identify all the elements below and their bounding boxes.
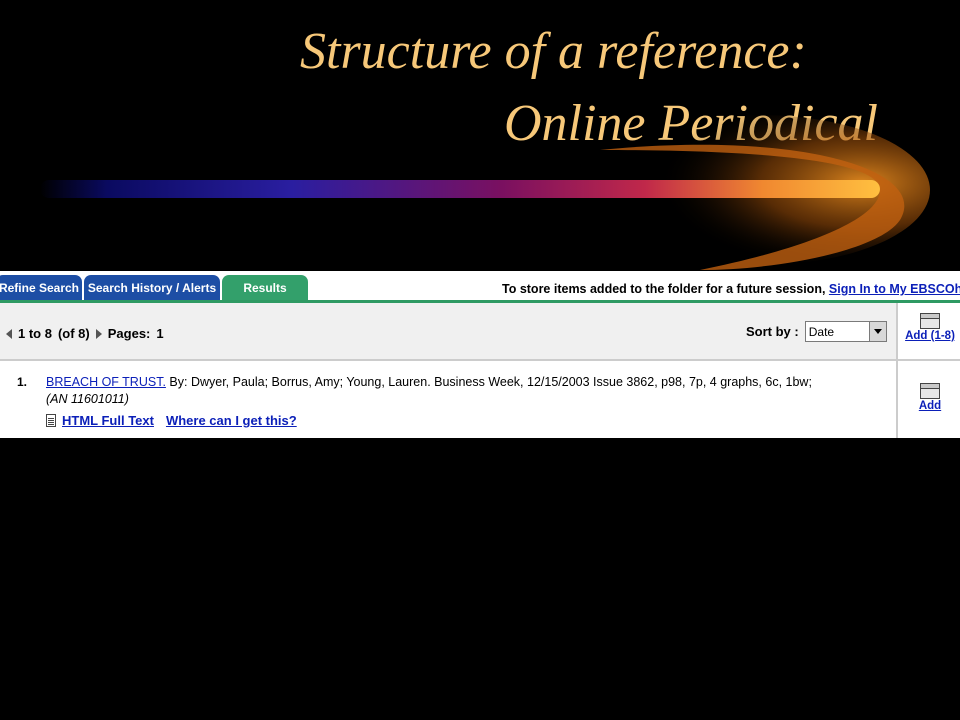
- sign-in-link[interactable]: Sign In to My EBSCOhost: [829, 282, 960, 296]
- html-full-text-link[interactable]: HTML Full Text: [62, 413, 154, 428]
- where-can-i-get-this-link[interactable]: Where can I get this?: [166, 413, 297, 428]
- tab-refine-search[interactable]: Refine Search: [0, 275, 82, 300]
- dropdown-arrow-icon[interactable]: [868, 322, 886, 341]
- result-range: 1 to 8: [18, 326, 52, 341]
- swoosh-bar: [40, 180, 880, 198]
- divider: [898, 359, 960, 361]
- result-title-link[interactable]: BREACH OF TRUST.: [46, 375, 166, 389]
- add-label: Add: [918, 400, 942, 412]
- store-notice: To store items added to the folder for a…: [502, 282, 960, 296]
- arrow-right-icon[interactable]: [95, 328, 102, 339]
- tab-results[interactable]: Results: [222, 275, 308, 300]
- result-citation: BREACH OF TRUST. By: Dwyer, Paula; Borru…: [46, 374, 886, 408]
- folder-column: Add (1-8) Add: [896, 303, 960, 438]
- folder-icon: [920, 313, 940, 329]
- sort-selected-value: Date: [808, 324, 835, 339]
- add-all-label: Add (1-8): [905, 330, 955, 342]
- folder-icon: [920, 383, 940, 399]
- ebsco-results-panel: Refine Search Search History / Alerts Re…: [0, 271, 960, 438]
- slide-title-line1: Structure of a reference:: [300, 23, 807, 80]
- sort-select[interactable]: Date: [804, 321, 887, 342]
- decorative-swoosh: [40, 115, 930, 270]
- result-links: HTML Full Text Where can I get this?: [46, 413, 297, 428]
- arrow-left-icon[interactable]: [6, 328, 12, 339]
- tab-bar: Refine Search Search History / Alerts Re…: [0, 271, 960, 303]
- result-number: 1.: [17, 375, 28, 389]
- result-total: (of 8): [57, 326, 90, 341]
- sort-label: Sort by :: [746, 324, 799, 339]
- pages-label: Pages:: [107, 326, 151, 341]
- add-to-folder-button[interactable]: Add: [898, 383, 960, 412]
- store-notice-text: To store items added to the folder for a…: [502, 282, 826, 296]
- sort-control: Sort by : Date: [746, 321, 887, 342]
- result-item: 1. BREACH OF TRUST. By: Dwyer, Paula; Bo…: [0, 361, 896, 438]
- document-icon: [46, 414, 56, 427]
- add-all-to-folder-button[interactable]: Add (1-8): [898, 313, 960, 342]
- accession-number: (AN 11601011): [46, 392, 129, 406]
- result-citation-text: By: Dwyer, Paula; Borrus, Amy; Young, La…: [169, 375, 812, 389]
- pagination: 1 to 8 (of 8) Pages: 1: [6, 326, 164, 341]
- tab-search-history[interactable]: Search History / Alerts: [84, 275, 220, 300]
- results-navigation: 1 to 8 (of 8) Pages: 1 Sort by : Date: [0, 303, 896, 361]
- page-number[interactable]: 1: [156, 326, 163, 341]
